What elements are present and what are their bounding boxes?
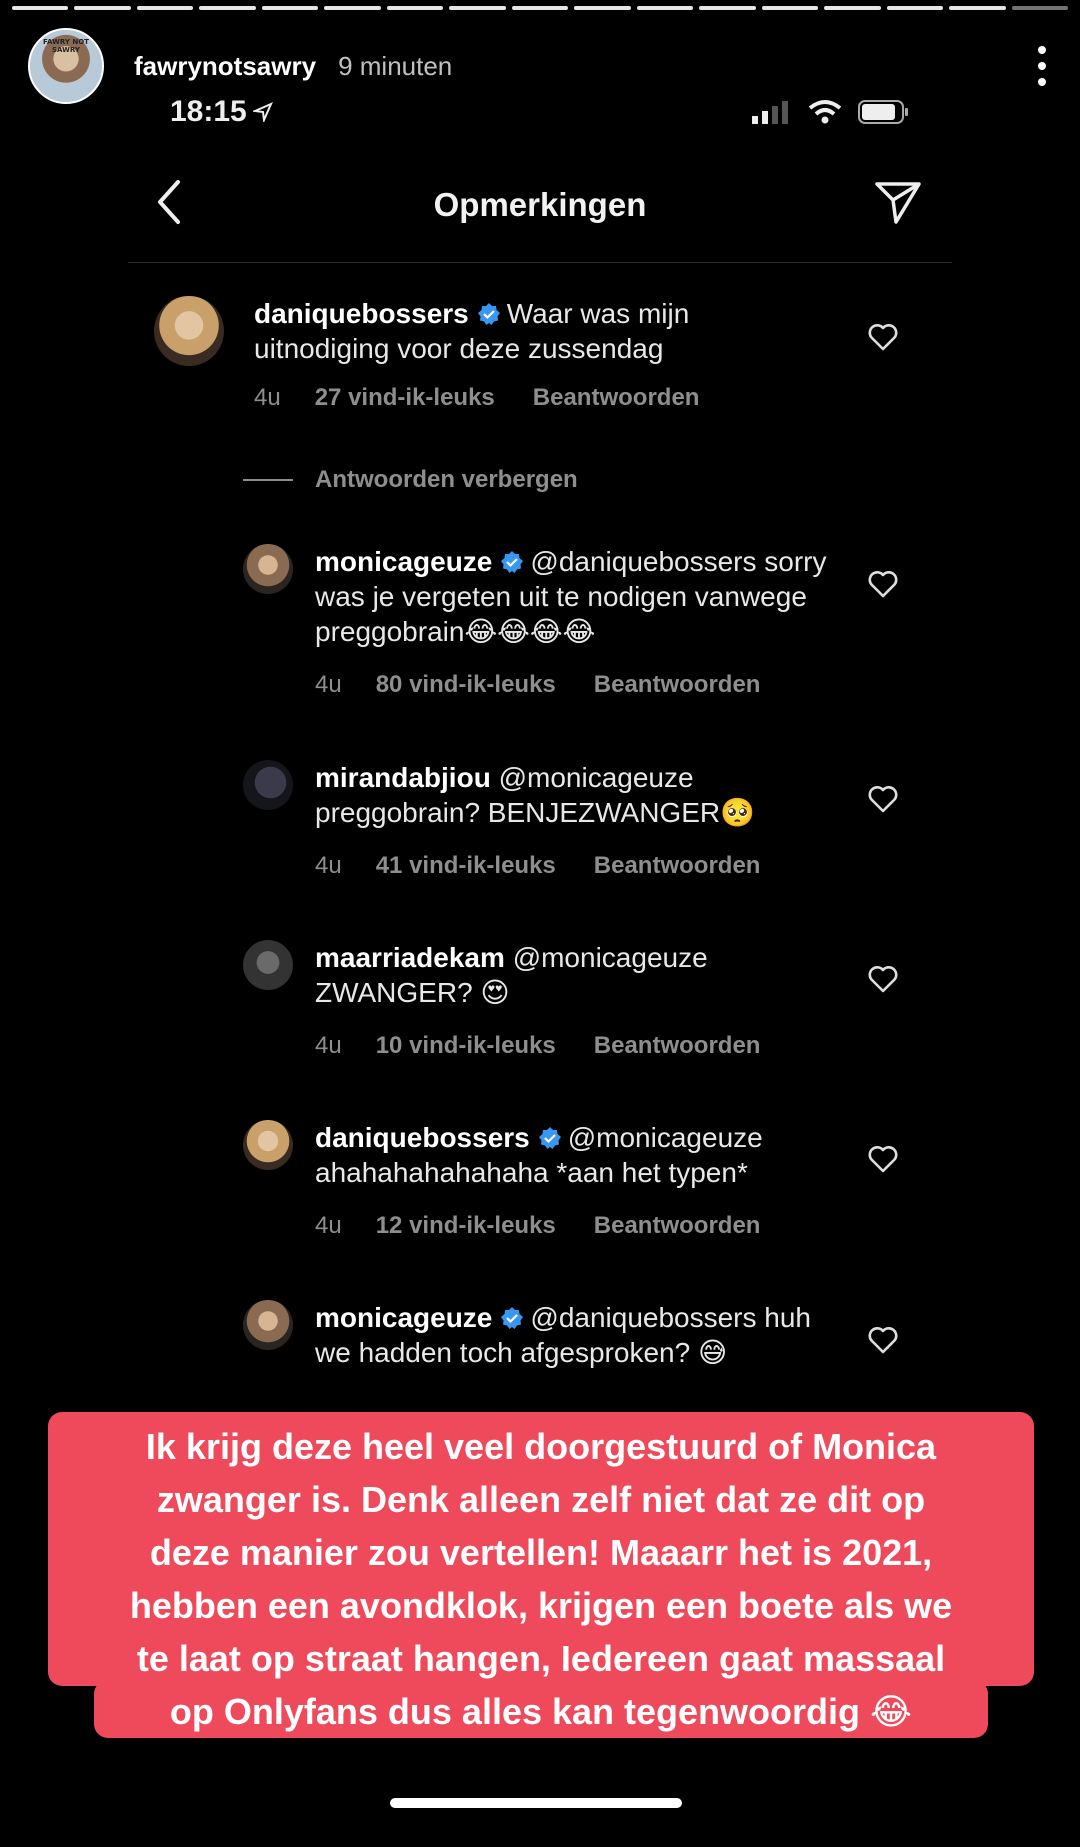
- story-avatar[interactable]: FAWRY NOT SAWRY: [28, 28, 104, 104]
- progress-segment: [574, 6, 631, 10]
- avatar[interactable]: [243, 940, 293, 990]
- avatar[interactable]: [154, 296, 224, 366]
- caption-line: hebben een avondklok, krijgen een boete …: [129, 1585, 953, 1626]
- progress-segment: [824, 6, 881, 10]
- comment-likes[interactable]: 12 vind-ik-leuks: [376, 1212, 556, 1240]
- story-caption: Ik krijg deze heel veel doorgestuurd of …: [48, 1420, 1034, 1738]
- progress-segment: [199, 6, 256, 10]
- heart-icon[interactable]: [868, 1326, 898, 1354]
- progress-segment: [449, 6, 506, 10]
- comment-username[interactable]: daniquebossers: [315, 1122, 530, 1153]
- more-options-icon[interactable]: [1032, 46, 1052, 86]
- reply-button[interactable]: Beantwoorden: [594, 1032, 761, 1060]
- comment-likes[interactable]: 80 vind-ik-leuks: [376, 671, 556, 699]
- progress-segment: [761, 6, 819, 10]
- verified-badge-icon: [501, 1307, 524, 1329]
- divider: [243, 479, 293, 481]
- story-time-ago: 9 minuten: [338, 50, 453, 81]
- verified-badge-icon: [501, 551, 524, 573]
- page-title: Opmerkingen: [433, 186, 647, 223]
- comment-time: 4u: [315, 852, 342, 879]
- wifi-icon: [808, 100, 842, 124]
- comments-nav-bar: Opmerkingen: [128, 170, 952, 240]
- chevron-left-icon[interactable]: [154, 178, 184, 226]
- status-time: 18:15: [170, 95, 247, 128]
- reply-item: maarriadekam @monicageuze ZWANGER? 😍 4u …: [243, 940, 893, 1060]
- location-arrow-icon: [252, 102, 273, 122]
- reply-button[interactable]: Beantwoorden: [594, 1212, 761, 1240]
- progress-segment: [949, 6, 1006, 10]
- progress-segment: [699, 6, 756, 10]
- heart-icon[interactable]: [868, 1145, 898, 1173]
- progress-segment: [12, 6, 69, 10]
- comment-username[interactable]: daniquebossers: [254, 298, 469, 329]
- heart-icon[interactable]: [868, 323, 898, 351]
- heart-icon[interactable]: [868, 785, 898, 813]
- hide-replies-button[interactable]: Antwoorden verbergen: [243, 466, 578, 494]
- reply-item: monicageuze @daniquebossers sorry was je …: [243, 544, 893, 699]
- progress-segment: [324, 6, 381, 10]
- comment-username[interactable]: maarriadekam: [315, 942, 505, 973]
- reply-item: monicageuze @daniquebossers huh we hadden…: [243, 1300, 893, 1370]
- avatar[interactable]: [243, 1300, 293, 1350]
- progress-segment: [136, 6, 194, 10]
- comment-username[interactable]: monicageuze: [315, 546, 492, 577]
- avatar[interactable]: [243, 1120, 293, 1170]
- story-username[interactable]: fawrynotsawry: [134, 51, 316, 82]
- heart-icon[interactable]: [868, 965, 898, 993]
- reply-button[interactable]: Beantwoorden: [594, 852, 761, 880]
- progress-segment: [511, 6, 569, 10]
- comment-time: 4u: [254, 384, 281, 411]
- progress-segment: [74, 6, 131, 10]
- caption-line: deze manier zou vertellen! Maaarr het is…: [149, 1532, 933, 1573]
- progress-segment: [636, 6, 694, 10]
- phone-status-bar: 18:15: [170, 92, 910, 132]
- progress-segment: [1011, 6, 1068, 10]
- comment-likes[interactable]: 41 vind-ik-leuks: [376, 852, 556, 880]
- reply-item: daniquebossers @monicageuze ahahahahahaha…: [243, 1120, 893, 1240]
- avatar[interactable]: [243, 760, 293, 810]
- divider: [128, 262, 952, 263]
- battery-icon: [858, 100, 908, 124]
- caption-line: op Onlyfans dus alles kan tegenwoordig 😂: [169, 1691, 913, 1732]
- comment-username[interactable]: mirandabjiou: [315, 762, 491, 793]
- caption-line: zwanger is. Denk alleen zelf niet dat ze…: [156, 1479, 926, 1520]
- reply-button[interactable]: Beantwoorden: [594, 671, 761, 699]
- progress-segment: [886, 6, 944, 10]
- comment-likes[interactable]: 10 vind-ik-leuks: [376, 1032, 556, 1060]
- send-icon[interactable]: [874, 180, 922, 226]
- hide-replies-label: Antwoorden verbergen: [315, 466, 578, 493]
- comment-item: daniquebossers Waar was mijn uitnodiging …: [154, 296, 914, 412]
- comment-username[interactable]: monicageuze: [315, 1302, 492, 1333]
- reply-item: mirandabjiou @monicageuze preggobrain? B…: [243, 760, 893, 880]
- heart-icon[interactable]: [868, 570, 898, 598]
- caption-line: Ik krijg deze heel veel doorgestuurd of …: [145, 1426, 937, 1467]
- comment-likes[interactable]: 27 vind-ik-leuks: [315, 384, 495, 412]
- avatar-logo-text: FAWRY NOT SAWRY: [43, 38, 89, 54]
- comment-time: 4u: [315, 671, 342, 698]
- caption-line: te laat op straat hangen, Iedereen gaat …: [136, 1638, 946, 1679]
- avatar[interactable]: [243, 544, 293, 594]
- home-indicator[interactable]: [390, 1798, 682, 1808]
- progress-segment: [386, 6, 444, 10]
- story-progress-bar: [12, 6, 1068, 10]
- comment-time: 4u: [315, 1032, 342, 1059]
- verified-badge-icon: [538, 1127, 561, 1149]
- verified-badge-icon: [477, 303, 500, 325]
- progress-segment: [261, 6, 319, 10]
- status-clock: 18:15: [170, 95, 273, 129]
- comment-time: 4u: [315, 1212, 342, 1239]
- signal-icon: [752, 101, 788, 124]
- reply-button[interactable]: Beantwoorden: [533, 384, 700, 412]
